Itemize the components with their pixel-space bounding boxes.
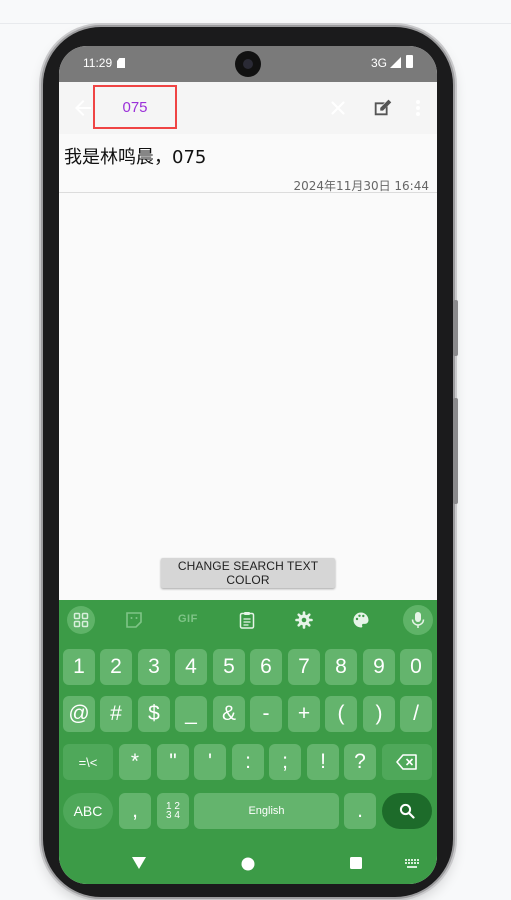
key[interactable]: " xyxy=(157,744,189,780)
nav-recents-icon[interactable] xyxy=(350,857,362,869)
symbols-mode-key[interactable]: =\< xyxy=(63,744,113,780)
soft-keyboard: GIF 1 2 3 4 5 6 7 8 9 0 @ # $ _ & - + (… xyxy=(59,600,437,884)
device-screen: 11:29 3G 我是林鸣晨，075 2024年11月30日 16:44 CHA… xyxy=(59,46,437,884)
note-content[interactable]: 我是林鸣晨，075 xyxy=(64,143,206,169)
key[interactable]: ' xyxy=(194,744,226,780)
key[interactable]: - xyxy=(250,696,282,732)
key[interactable]: : xyxy=(232,744,264,780)
navigation-bar xyxy=(59,844,437,884)
front-camera xyxy=(235,51,261,77)
network-type: 3G xyxy=(371,56,388,70)
abc-key[interactable]: ABC xyxy=(63,793,113,829)
key[interactable]: * xyxy=(119,744,151,780)
signal-icon xyxy=(390,57,401,68)
key[interactable]: + xyxy=(288,696,320,732)
key[interactable]: ) xyxy=(363,696,395,732)
keyboard-switch-icon[interactable] xyxy=(405,859,419,869)
battery-icon xyxy=(406,55,413,68)
nav-home-icon[interactable] xyxy=(241,857,255,871)
key[interactable]: 8 xyxy=(325,649,357,685)
search-input[interactable] xyxy=(93,85,177,129)
key[interactable]: @ xyxy=(63,696,95,732)
key[interactable]: 7 xyxy=(288,649,320,685)
key[interactable]: 5 xyxy=(213,649,245,685)
space-key[interactable]: English xyxy=(194,793,339,829)
key[interactable]: 6 xyxy=(250,649,282,685)
change-search-text-color-button[interactable]: CHANGE SEARCH TEXT COLOR xyxy=(161,558,335,588)
key[interactable]: 2 xyxy=(100,649,132,685)
nav-back-icon[interactable] xyxy=(131,856,147,870)
mic-icon[interactable] xyxy=(403,605,433,635)
power-button xyxy=(453,398,458,504)
key[interactable]: 0 xyxy=(400,649,432,685)
key[interactable]: ? xyxy=(344,744,376,780)
key[interactable]: 4 xyxy=(175,649,207,685)
search-icon xyxy=(399,803,415,819)
settings-icon[interactable] xyxy=(292,608,316,632)
close-icon[interactable] xyxy=(327,97,349,119)
key[interactable]: ! xyxy=(307,744,339,780)
key[interactable]: # xyxy=(100,696,132,732)
key[interactable]: 3 xyxy=(138,649,170,685)
key[interactable]: / xyxy=(400,696,432,732)
status-time: 11:29 xyxy=(83,56,113,70)
palette-icon[interactable] xyxy=(349,608,373,632)
sdcard-icon xyxy=(117,58,125,68)
more-vert-icon[interactable] xyxy=(412,96,424,120)
backspace-icon xyxy=(396,754,417,770)
status-bar: 11:29 3G xyxy=(59,46,437,82)
numpad-key-bottom: 3 4 xyxy=(166,810,180,821)
search-toolbar xyxy=(59,82,437,134)
backspace-key[interactable] xyxy=(382,744,432,780)
key[interactable]: 9 xyxy=(363,649,395,685)
key[interactable]: & xyxy=(213,696,245,732)
key[interactable]: ( xyxy=(325,696,357,732)
numpad-key[interactable]: 1 2 3 4 xyxy=(157,793,189,829)
period-key[interactable]: . xyxy=(344,793,376,829)
gif-button[interactable]: GIF xyxy=(178,613,198,625)
edit-icon[interactable] xyxy=(372,96,394,118)
volume-button xyxy=(453,300,458,356)
key[interactable]: _ xyxy=(175,696,207,732)
key[interactable]: 1 xyxy=(63,649,95,685)
comma-key[interactable]: , xyxy=(119,793,151,829)
key[interactable]: ; xyxy=(269,744,301,780)
clipboard-icon[interactable] xyxy=(235,608,259,632)
key[interactable]: $ xyxy=(138,696,170,732)
sticker-icon[interactable] xyxy=(122,608,146,632)
search-key[interactable] xyxy=(382,793,432,829)
note-divider xyxy=(59,192,437,193)
page-top-divider xyxy=(0,23,511,24)
back-arrow-icon[interactable] xyxy=(71,96,95,120)
apps-grid-icon[interactable] xyxy=(67,606,95,634)
